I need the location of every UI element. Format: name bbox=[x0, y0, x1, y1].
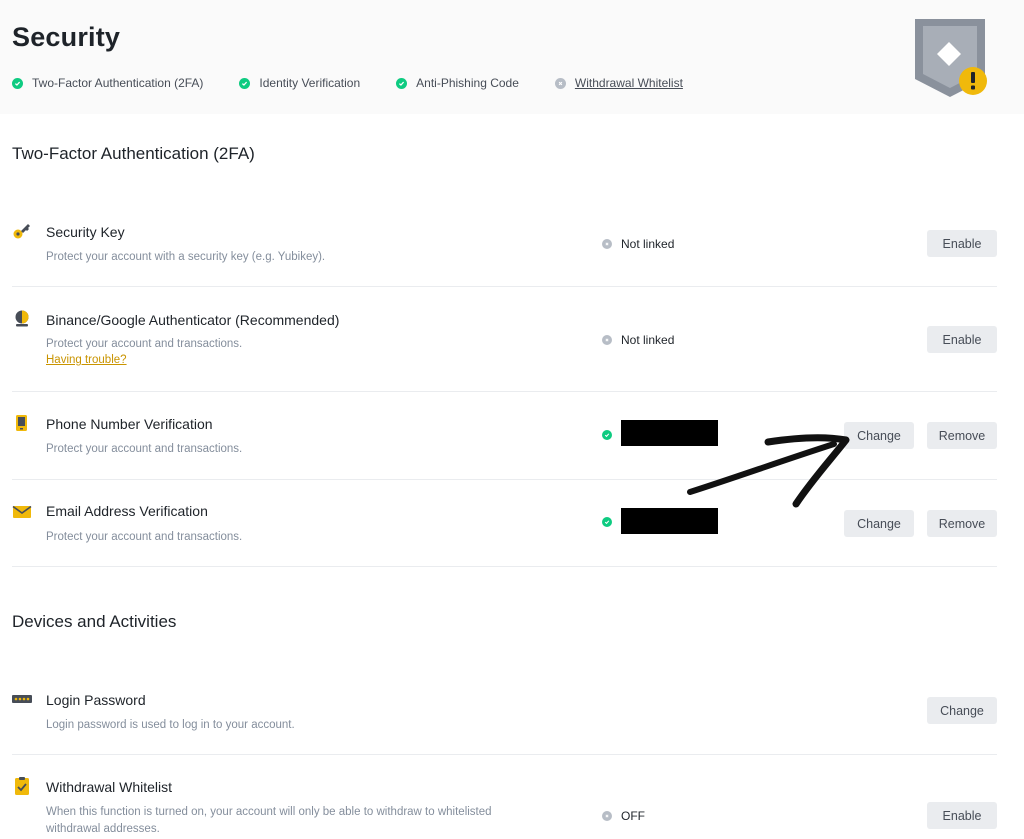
check-circle-icon bbox=[396, 77, 408, 89]
checklist-label: Identity Verification bbox=[259, 76, 361, 90]
x-circle-icon bbox=[602, 239, 612, 249]
row-title: Binance/Google Authenticator (Recommende… bbox=[46, 312, 340, 328]
section-title-2fa: Two-Factor Authentication (2FA) bbox=[12, 144, 255, 163]
page-title: Security bbox=[12, 22, 121, 52]
hand-drawn-arrow-icon bbox=[687, 434, 850, 508]
status-not-linked: Not linked bbox=[602, 237, 674, 251]
redaction-bar-email bbox=[621, 508, 718, 534]
row-description: Login password is used to log in to your… bbox=[46, 719, 295, 731]
status-not-linked: Not linked bbox=[602, 333, 674, 347]
checklist-item-withdrawal-whitelist[interactable]: Withdrawal Whitelist bbox=[554, 76, 683, 90]
change-password-button[interactable]: Change bbox=[927, 697, 997, 724]
checklist-item-2fa: Two-Factor Authentication (2FA) bbox=[12, 76, 203, 90]
row-description-line2: withdrawal addresses. bbox=[46, 823, 160, 835]
row-description: Protect your account and transactions. bbox=[46, 443, 243, 455]
row-description: Protect your account and transactions. bbox=[46, 531, 243, 543]
row-withdrawal-whitelist: Withdrawal Whitelist When this function … bbox=[12, 755, 997, 839]
row-description: Protect your account with a security key… bbox=[46, 251, 326, 263]
row-login-password: Login Password Login password is used to… bbox=[12, 668, 997, 755]
status-linked bbox=[602, 517, 621, 527]
authenticator-icon bbox=[15, 310, 29, 327]
remove-phone-button[interactable]: Remove bbox=[927, 422, 997, 449]
x-circle-icon bbox=[602, 335, 612, 345]
having-trouble-link[interactable]: Having trouble? bbox=[46, 354, 127, 366]
page-header: Security Two-Factor Authentication (2FA)… bbox=[0, 0, 1024, 114]
status-off: OFF bbox=[602, 809, 645, 823]
change-phone-button[interactable]: Change bbox=[844, 422, 914, 449]
check-circle-icon bbox=[602, 430, 612, 440]
enable-whitelist-button[interactable]: Enable bbox=[927, 802, 997, 829]
row-title: Email Address Verification bbox=[46, 503, 208, 519]
checklist-item-identity: Identity Verification bbox=[239, 76, 360, 90]
checklist-label: Anti-Phishing Code bbox=[416, 76, 519, 90]
row-title: Login Password bbox=[46, 692, 146, 708]
x-circle-icon bbox=[554, 77, 566, 89]
change-email-button[interactable]: Change bbox=[844, 510, 914, 537]
check-circle-icon bbox=[602, 517, 612, 527]
row-title: Withdrawal Whitelist bbox=[46, 779, 173, 795]
status-text: Not linked bbox=[621, 237, 675, 251]
security-checklist: Two-Factor Authentication (2FA) Identity… bbox=[12, 76, 719, 90]
email-icon bbox=[12, 505, 32, 518]
row-description: Protect your account and transactions. bbox=[46, 338, 243, 350]
enable-security-key-button[interactable]: Enable bbox=[927, 230, 997, 257]
status-text: Not linked bbox=[621, 333, 675, 347]
key-icon bbox=[13, 224, 30, 239]
password-icon bbox=[12, 695, 32, 703]
check-circle-icon bbox=[12, 77, 23, 89]
status-linked bbox=[602, 430, 621, 440]
status-text: OFF bbox=[621, 809, 645, 823]
row-description-line1: When this function is turned on, your ac… bbox=[46, 806, 492, 818]
row-title: Security Key bbox=[46, 224, 125, 240]
section-title-devices: Devices and Activities bbox=[12, 612, 177, 631]
checklist-label: Two-Factor Authentication (2FA) bbox=[32, 76, 204, 90]
whitelist-icon bbox=[15, 777, 29, 795]
x-circle-icon bbox=[602, 811, 612, 821]
withdrawal-whitelist-link[interactable]: Withdrawal Whitelist bbox=[575, 76, 683, 90]
security-shield-icon bbox=[915, 19, 987, 97]
row-authenticator: Binance/Google Authenticator (Recommende… bbox=[12, 287, 997, 392]
checklist-item-anti-phishing: Anti-Phishing Code bbox=[396, 76, 519, 90]
remove-email-button[interactable]: Remove bbox=[927, 510, 997, 537]
enable-authenticator-button[interactable]: Enable bbox=[927, 326, 997, 353]
check-circle-icon bbox=[239, 77, 251, 89]
row-security-key: Security Key Protect your account with a… bbox=[12, 200, 997, 287]
row-title: Phone Number Verification bbox=[46, 416, 213, 432]
phone-icon bbox=[16, 415, 27, 431]
